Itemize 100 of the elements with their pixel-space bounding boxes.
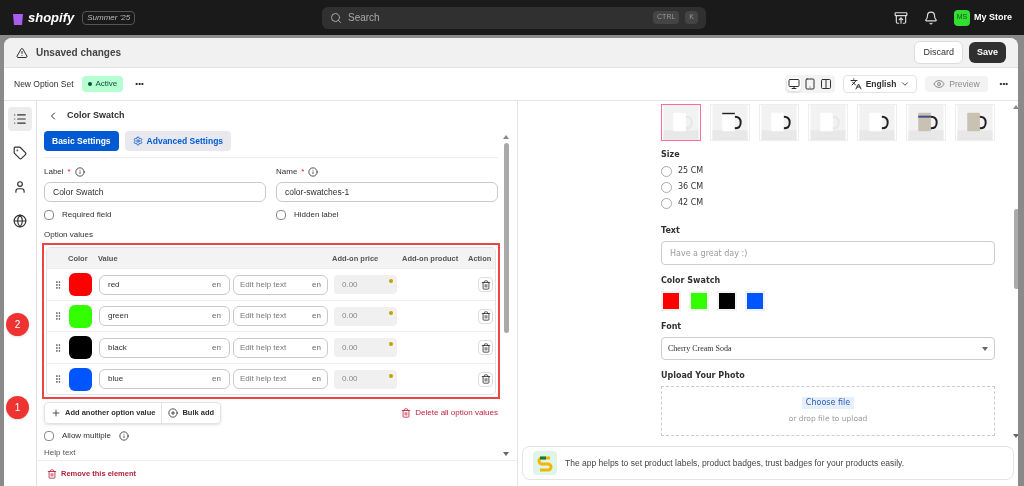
gear-icon <box>132 135 143 146</box>
settings-tab[interactable]: Basic Settings <box>44 130 119 152</box>
brand-name: shopify <box>28 8 75 27</box>
section-title: Help text <box>44 447 77 458</box>
checkbox[interactable] <box>276 210 286 221</box>
delete-button[interactable] <box>478 340 493 355</box>
drag-handle-icon[interactable] <box>53 342 63 353</box>
help-text-input[interactable]: Edit help text <box>240 278 313 291</box>
drag-handle-icon[interactable] <box>53 279 63 290</box>
device-button[interactable] <box>818 77 833 91</box>
value-field[interactable]: green en <box>99 306 230 326</box>
checkbox[interactable] <box>44 430 54 441</box>
price-input[interactable]: 0.00 <box>342 310 389 322</box>
price-field[interactable]: 0.00 <box>334 369 397 389</box>
scroll-down-icon[interactable] <box>1013 434 1018 438</box>
search-icon <box>330 11 342 24</box>
info-icon[interactable] <box>308 167 319 178</box>
price-field[interactable]: 0.00 <box>334 306 397 326</box>
checkbox-label: Allow multiple <box>62 429 111 442</box>
bell-icon[interactable] <box>924 10 938 25</box>
text-field[interactable]: Color Swatch <box>44 182 266 203</box>
color-swatch[interactable] <box>689 291 709 311</box>
text-field[interactable]: Have a great day :) <box>661 241 995 265</box>
font-select[interactable]: Cherry Cream Soda <box>661 337 995 360</box>
tablet-icon <box>803 78 816 90</box>
drag-handle-icon[interactable] <box>53 374 63 384</box>
help-text-input[interactable]: Edit help text <box>240 310 313 322</box>
delete-button[interactable] <box>478 308 493 324</box>
device-button[interactable] <box>786 77 801 91</box>
scrollbar-thumb[interactable] <box>1013 209 1018 289</box>
save-bar-title: Unsaved changes <box>36 46 122 60</box>
text-field[interactable]: color-swatches-1 <box>276 182 498 203</box>
value-field[interactable]: black en <box>99 337 230 358</box>
language-select[interactable]: English <box>842 74 918 94</box>
help-text-field[interactable]: Edit help text en <box>233 369 328 389</box>
price-input[interactable]: 0.00 <box>342 341 389 354</box>
delete-button[interactable] <box>478 371 493 387</box>
store-name[interactable]: My Store <box>974 10 1012 25</box>
language-code: en <box>312 373 321 385</box>
nav-item[interactable] <box>8 107 32 131</box>
help-text-input[interactable]: Edit help text <box>240 373 313 385</box>
info-icon[interactable] <box>74 167 85 178</box>
delete-button[interactable] <box>478 277 493 292</box>
checkbox-label: Required field <box>62 209 112 222</box>
plus-circle-icon <box>168 407 179 418</box>
eye-icon <box>933 78 946 90</box>
color-swatch[interactable] <box>69 273 92 296</box>
checkbox[interactable] <box>44 210 54 221</box>
checkbox-label: Hidden label <box>294 209 339 222</box>
value-text: black <box>108 341 128 354</box>
save-button[interactable]: Save <box>968 41 1006 64</box>
color-swatch[interactable] <box>69 336 92 359</box>
info-icon[interactable] <box>118 430 129 441</box>
trash-icon <box>480 279 491 290</box>
dropdown-icon <box>982 346 988 351</box>
search-input[interactable]: Search <box>348 10 648 25</box>
scrollbar-thumb[interactable] <box>503 142 509 333</box>
more-button[interactable]: ••• <box>999 78 1008 90</box>
inbox-icon[interactable] <box>894 10 908 25</box>
help-text-field[interactable]: Edit help text en <box>233 306 328 326</box>
language-code: en <box>212 310 221 322</box>
field-label: Font <box>661 321 683 333</box>
price-input[interactable]: 0.00 <box>342 278 389 291</box>
drag-handle-icon[interactable] <box>53 311 63 321</box>
globe-icon <box>13 214 27 228</box>
field-label: Upload Your Photo <box>661 370 746 382</box>
scroll-up-icon[interactable] <box>503 134 509 139</box>
help-text-input[interactable]: Edit help text <box>240 341 313 354</box>
scroll-down-icon[interactable] <box>503 452 509 456</box>
value-field[interactable]: red en <box>99 274 230 295</box>
option-set-title: New Option Set <box>14 77 74 91</box>
color-swatch[interactable] <box>69 367 92 391</box>
scroll-up-icon[interactable] <box>1013 105 1018 109</box>
plus-icon <box>51 407 61 418</box>
discard-button[interactable]: Discard <box>914 40 963 65</box>
color-swatch[interactable] <box>69 304 92 328</box>
color-swatch[interactable] <box>717 291 737 311</box>
help-text-field[interactable]: Edit help text en <box>233 337 328 358</box>
choose-file-button[interactable]: Choose file <box>801 397 855 410</box>
product-thumbnail[interactable] <box>661 104 701 141</box>
delete-all-link[interactable]: Delete all option values <box>401 406 498 419</box>
price-input[interactable]: 0.00 <box>342 373 389 385</box>
value-text: red <box>108 278 121 291</box>
color-swatch[interactable] <box>661 291 681 311</box>
help-text-field[interactable]: Edit help text en <box>233 274 328 295</box>
radio-label: 25 CM <box>678 165 704 177</box>
settings-tab[interactable]: Advanced Settings <box>124 130 232 152</box>
language-code: en <box>312 278 321 291</box>
price-field[interactable]: 0.00 <box>334 275 397 294</box>
color-swatch[interactable] <box>745 291 765 311</box>
chevron-down-icon <box>900 79 911 89</box>
trash-icon <box>47 468 57 479</box>
app-logo-icon <box>533 451 557 475</box>
more-button[interactable]: ••• <box>135 78 144 90</box>
language-code: en <box>212 373 221 385</box>
value-field[interactable]: blue en <box>99 369 230 389</box>
value-text: blue <box>108 373 125 385</box>
price-field[interactable]: 0.00 <box>334 338 397 357</box>
language-code: en <box>212 278 221 291</box>
edition-badge: Summer '25 <box>82 10 136 25</box>
